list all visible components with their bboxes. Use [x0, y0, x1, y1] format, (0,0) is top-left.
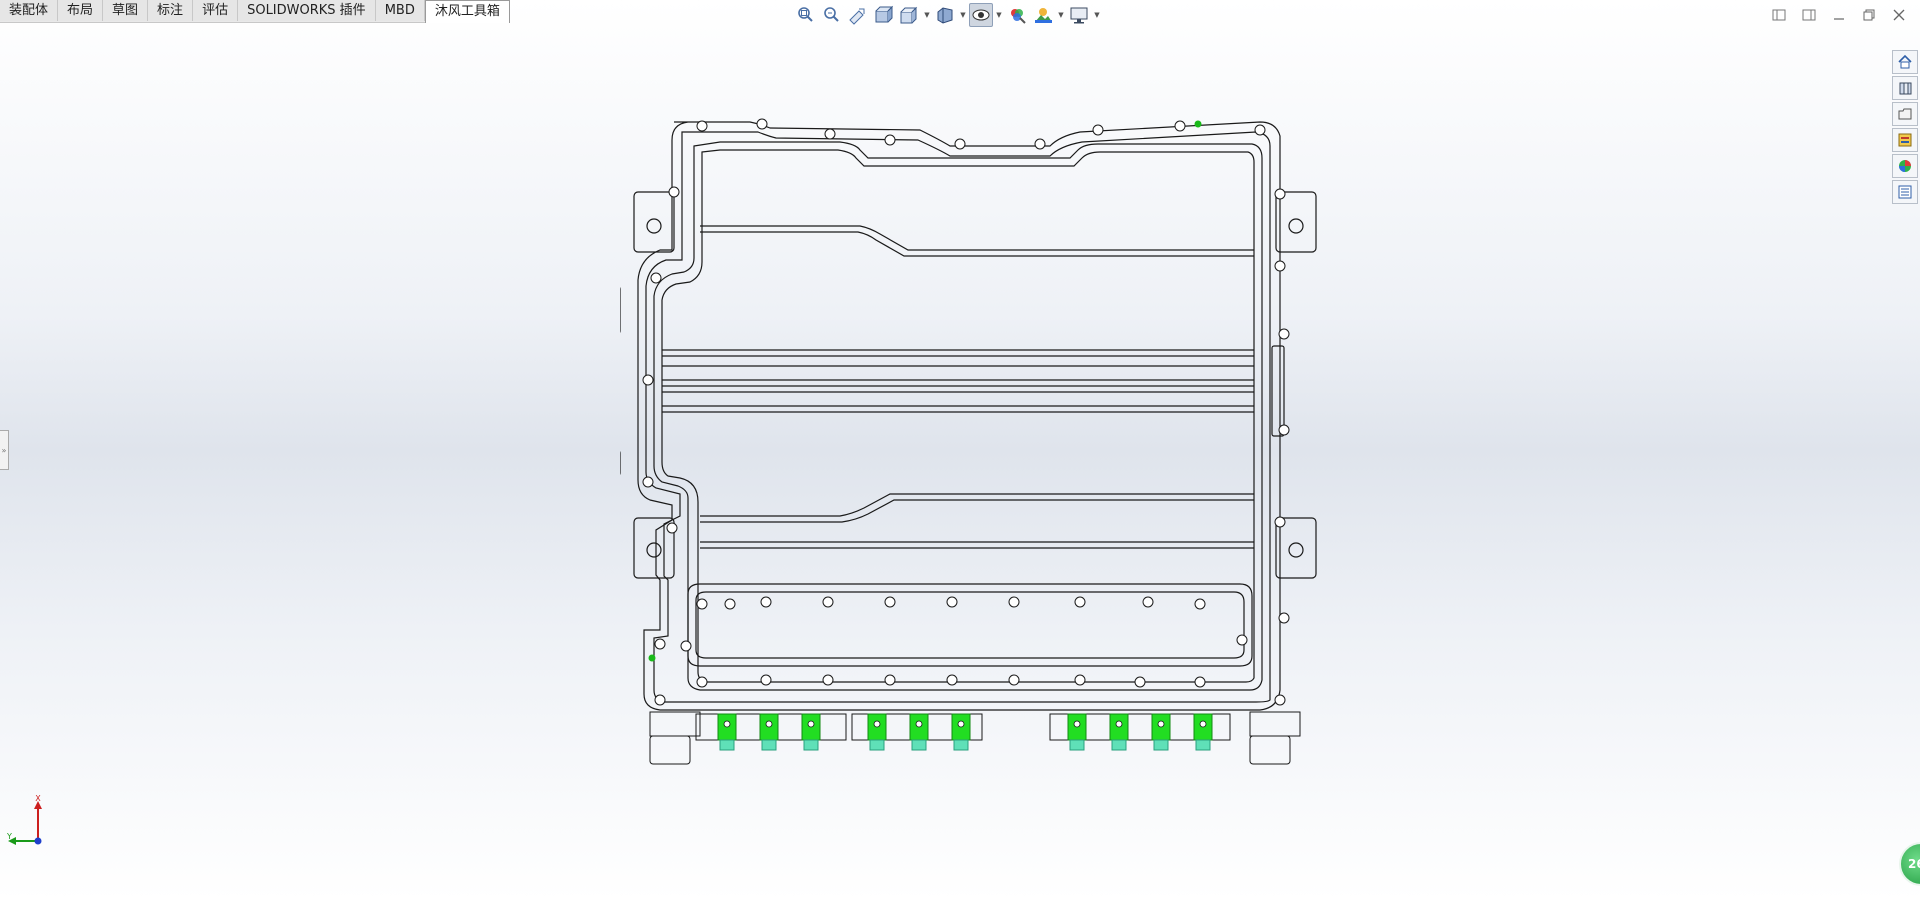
command-manager-tabs: 装配体 布局 草图 标注 评估 SOLIDWORKS 插件 MBD 沐风工具箱 [0, 0, 510, 23]
window-controls [1768, 4, 1910, 26]
x-axis-label: X [35, 795, 41, 803]
chevron-down-icon[interactable]: ▼ [959, 3, 967, 27]
assembly-model-view[interactable] [620, 110, 1330, 790]
file-explorer-icon[interactable] [1892, 102, 1918, 126]
apply-scene-icon[interactable] [1031, 3, 1055, 27]
view-orientation-icon[interactable] [897, 3, 921, 27]
y-axis-label: Y [6, 832, 12, 841]
appearances-icon[interactable] [1892, 154, 1918, 178]
custom-properties-icon[interactable] [1892, 180, 1918, 204]
previous-view-icon[interactable] [845, 3, 869, 27]
tab-markup[interactable]: 标注 [148, 0, 194, 21]
connector-group [649, 711, 1301, 765]
section-view-icon[interactable] [871, 3, 895, 27]
close-icon[interactable] [1888, 4, 1910, 26]
tile-left-icon[interactable] [1768, 4, 1790, 26]
view-indicator-badge[interactable]: 26 [1899, 842, 1920, 886]
restore-icon[interactable] [1858, 4, 1880, 26]
tab-mufeng-toolbox[interactable]: 沐风工具箱 [424, 0, 510, 23]
zoom-to-fit-icon[interactable] [793, 3, 817, 27]
hide-show-items-icon[interactable] [969, 3, 993, 27]
tab-mbd[interactable]: MBD [375, 0, 425, 21]
tab-assembly[interactable]: 装配体 [0, 0, 59, 21]
chevron-down-icon[interactable]: ▼ [1057, 3, 1065, 27]
view-palette-icon[interactable] [1892, 128, 1918, 152]
zoom-to-area-icon[interactable] [819, 3, 843, 27]
minimize-icon[interactable] [1828, 4, 1850, 26]
display-style-icon[interactable] [933, 3, 957, 27]
view-settings-icon[interactable] [1067, 3, 1091, 27]
view-indicator-label: 26 [1908, 857, 1920, 871]
edit-appearance-icon[interactable] [1005, 3, 1029, 27]
chevron-down-icon[interactable]: ▼ [1093, 3, 1101, 27]
tab-layout[interactable]: 布局 [58, 0, 104, 21]
task-pane [1892, 50, 1920, 204]
tile-right-icon[interactable] [1798, 4, 1820, 26]
tab-sketch[interactable]: 草图 [103, 0, 149, 21]
design-library-icon[interactable] [1892, 76, 1918, 100]
reference-triad: X Y [4, 794, 48, 849]
heads-up-view-toolbar: ▼ ▼ ▼ ▼ ▼ [793, 2, 1101, 28]
tab-solidworks-addins[interactable]: SOLIDWORKS 插件 [238, 0, 376, 21]
chevron-down-icon[interactable]: ▼ [995, 3, 1003, 27]
feature-manager-expand-handle[interactable]: » [0, 430, 9, 470]
home-icon[interactable] [1892, 50, 1918, 74]
tab-evaluate[interactable]: 评估 [193, 0, 239, 21]
chevron-down-icon[interactable]: ▼ [923, 3, 931, 27]
